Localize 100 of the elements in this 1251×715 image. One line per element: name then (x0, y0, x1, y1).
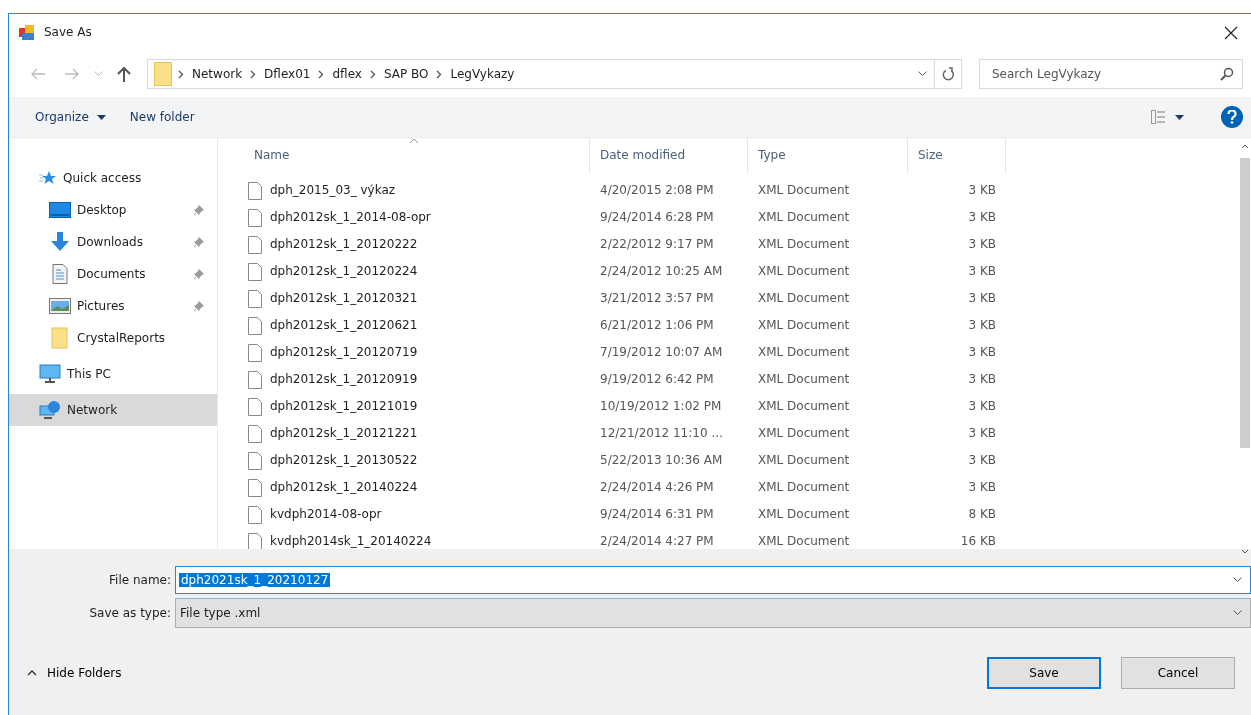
file-name[interactable]: dph2012sk_1_2014-08-opr (270, 210, 431, 225)
table-cell-text: 3 KB (967, 372, 997, 387)
table-cell-text: 2/24/2014 4:27 PM (599, 534, 715, 549)
file-icon (248, 424, 262, 443)
file-name[interactable]: dph2012sk_1_20121221 (270, 426, 418, 441)
organize-button[interactable]: Organize (23, 105, 118, 129)
table-cell-text: 3 KB (967, 291, 997, 306)
hide-folders-button[interactable]: Hide Folders (23, 661, 126, 685)
table-cell-text: 8 KB (967, 507, 997, 522)
file-name[interactable]: dph2012sk_1_20130522 (270, 453, 418, 468)
table-cell-text: 3 KB (967, 264, 997, 279)
file-name[interactable]: dph2012sk_1_20120321 (270, 291, 418, 306)
breadcrumb[interactable]: SAP BO (381, 66, 431, 82)
new-folder-button[interactable]: New folder (117, 105, 207, 129)
dropdown-icon (1233, 577, 1242, 583)
sidebar-item[interactable]: CrystalReports (9, 322, 217, 354)
breadcrumb[interactable]: dflex (330, 66, 364, 82)
table-cell-text: 3 KB (967, 480, 997, 495)
table-cell-text: XML Document (757, 534, 851, 549)
sort-caret-icon (409, 138, 419, 144)
table-cell-text: 2/24/2014 4:26 PM (599, 480, 715, 495)
table-cell-text: 3 KB (967, 183, 997, 198)
table-cell-text: 4/20/2015 2:08 PM (599, 183, 715, 198)
table-cell-text: XML Document (757, 264, 851, 279)
computer-icon (39, 364, 61, 384)
sidebar-item[interactable]: Quick access (9, 162, 217, 194)
table-cell-text: 3 KB (967, 318, 997, 333)
table-cell-text: XML Document (757, 237, 851, 252)
star-icon (39, 170, 57, 186)
dropdown-icon (1233, 610, 1242, 616)
file-icon (248, 532, 262, 549)
table-cell-text: 3 KB (967, 210, 997, 225)
column-header[interactable]: Name (244, 138, 590, 173)
file-icon (248, 289, 262, 308)
file-icon (248, 451, 262, 470)
table-cell-text: 3 KB (967, 426, 997, 441)
table-cell-text: 3 KB (967, 345, 997, 360)
field-label: Save as type: (88, 605, 172, 621)
file-name[interactable]: dph_2015_03_ výkaz (270, 183, 396, 198)
back-icon[interactable] (30, 68, 46, 80)
up-arrow-icon[interactable] (117, 66, 131, 82)
dialog-button[interactable]: Cancel (1121, 657, 1235, 689)
sidebar-item[interactable]: Network (9, 394, 217, 426)
file-icon (248, 262, 262, 281)
file-name[interactable]: dph2012sk_1_20121019 (270, 399, 418, 414)
field-label: File name: (108, 572, 172, 588)
sidebar-item[interactable]: Documents (9, 258, 217, 290)
column-header[interactable]: Date modified (590, 138, 748, 173)
sidebar-item[interactable]: Pictures (9, 290, 217, 322)
app-icon (19, 24, 35, 41)
network-icon (39, 400, 61, 420)
picture-icon (49, 298, 71, 314)
chevron-icon (250, 69, 257, 79)
file-name-field[interactable]: dph2021sk_1_20210127 (175, 566, 1251, 594)
table-cell-text: 3 KB (967, 399, 997, 414)
address-bar[interactable]: Network Dflex01 dflex SAP BO LegVykazy (147, 59, 962, 89)
sidebar-item[interactable]: Downloads (9, 226, 217, 258)
column-header[interactable]: Type (748, 138, 908, 173)
table-cell-text: 3 KB (967, 237, 997, 252)
file-type-dropdown[interactable]: File type .xml (175, 598, 1251, 628)
breadcrumb[interactable]: Dflex01 (262, 66, 313, 82)
down-arrow-icon (49, 232, 71, 252)
table-cell-text: 9/24/2014 6:28 PM (599, 210, 715, 225)
search-field[interactable]: Search LegVykazy (979, 59, 1243, 89)
forward-icon[interactable] (64, 68, 80, 80)
monitor-icon (49, 202, 71, 218)
view-options-icon[interactable] (1151, 110, 1185, 124)
refresh-icon[interactable] (941, 67, 955, 81)
breadcrumb[interactable]: Network (190, 66, 245, 82)
file-name[interactable]: kvdph2014-08-opr (270, 507, 382, 522)
table-cell-text: 9/24/2014 6:31 PM (599, 507, 715, 522)
chevron-icon (369, 69, 376, 79)
table-cell-text: XML Document (757, 399, 851, 414)
document-icon (49, 264, 71, 284)
file-name[interactable]: dph2012sk_1_20120919 (270, 372, 418, 387)
chevron-icon (178, 69, 184, 79)
close-icon (1224, 25, 1238, 40)
file-icon (248, 208, 262, 227)
recent-icon[interactable] (93, 71, 103, 77)
table-cell-text: XML Document (757, 183, 851, 198)
file-icon (248, 235, 262, 254)
help-icon[interactable] (1221, 106, 1243, 128)
table-cell-text: 3/21/2012 3:57 PM (599, 291, 715, 306)
file-name[interactable]: dph2012sk_1_20120224 (270, 264, 418, 279)
table-cell-text: XML Document (757, 507, 851, 522)
sidebar-item[interactable]: Desktop (9, 194, 217, 226)
table-cell-text: 9/19/2012 6:42 PM (599, 372, 715, 387)
sidebar-item[interactable]: This PC (9, 358, 217, 390)
file-name[interactable]: dph2012sk_1_20140224 (270, 480, 418, 495)
file-icon (248, 181, 262, 200)
search-icon (1220, 67, 1234, 81)
file-name[interactable]: dph2012sk_1_20120621 (270, 318, 418, 333)
dialog-button[interactable]: Save (987, 657, 1101, 689)
table-cell-text: 16 KB (959, 534, 997, 549)
file-name[interactable]: kvdph2014sk_1_20140224 (270, 534, 432, 549)
file-name[interactable]: dph2012sk_1_20120222 (270, 237, 418, 252)
breadcrumb[interactable]: LegVykazy (448, 66, 517, 82)
column-header[interactable]: Size (908, 138, 1006, 173)
file-name[interactable]: dph2012sk_1_20120719 (270, 345, 418, 360)
chevron-up-icon (27, 670, 37, 676)
